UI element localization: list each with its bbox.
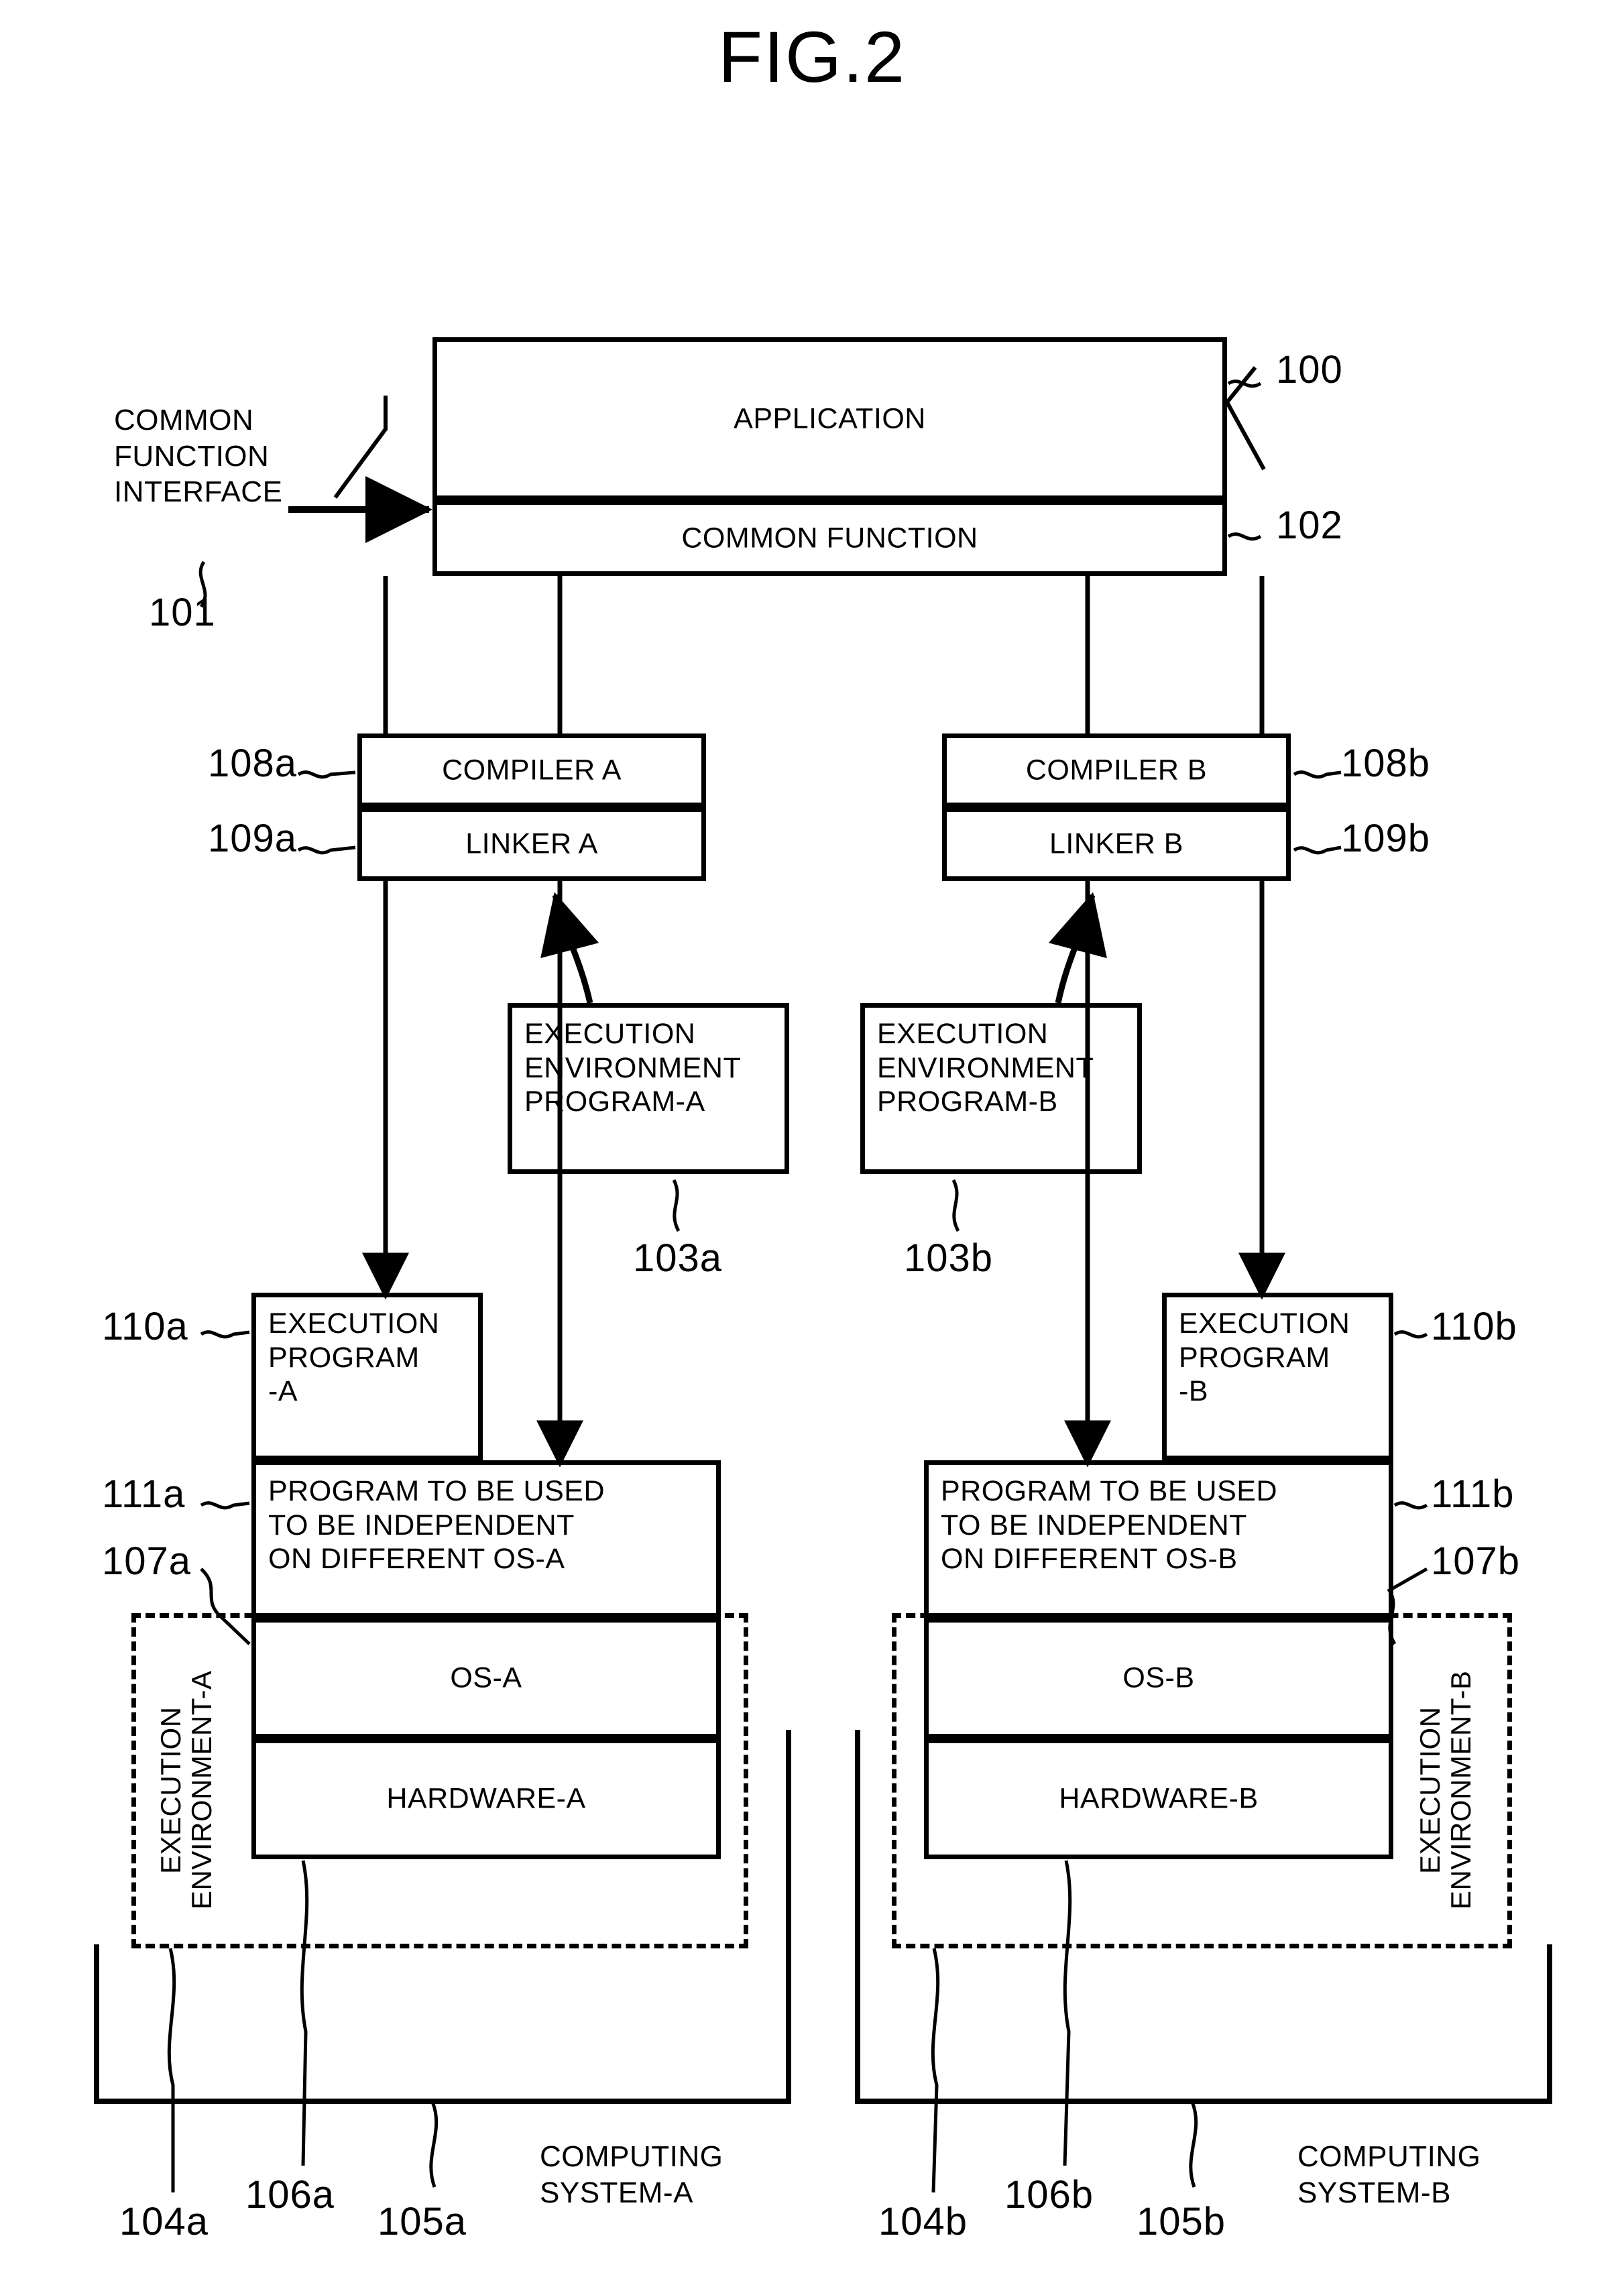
leader-111b	[1393, 1501, 1428, 1510]
leader-108b	[1293, 770, 1342, 779]
computing-system-a-label: COMPUTING SYSTEM-A	[540, 2140, 723, 2209]
ref-109a: 109a	[208, 817, 298, 860]
exec-env-program-b-box: EXECUTION ENVIRONMENT PROGRAM-B	[860, 1003, 1142, 1174]
ref-108a: 108a	[208, 742, 298, 785]
ref-103a: 103a	[633, 1236, 723, 1280]
compiler-b-label: COMPILER B	[1025, 754, 1208, 786]
arrow-exec-env-program-b-to-linker-b	[1048, 892, 1107, 1004]
arrow-exec-env-program-a-to-linker-a	[540, 892, 599, 1004]
leader-109a	[297, 845, 356, 855]
ref-102: 102	[1276, 504, 1343, 547]
independent-program-b-label: PROGRAM TO BE USED TO BE INDEPENDENT ON …	[941, 1475, 1278, 1576]
os-b-label: OS-B	[1122, 1661, 1195, 1694]
execution-environment-b-label: EXECUTION ENVIRONMENT-B	[1414, 1670, 1477, 1910]
computing-system-a-bracket-bottom	[94, 2099, 791, 2104]
compiler-a-box: COMPILER A	[357, 733, 706, 807]
linker-b-box: LINKER B	[942, 807, 1291, 881]
leader-110b	[1393, 1330, 1428, 1339]
independent-program-a-box: PROGRAM TO BE USED TO BE INDEPENDENT ON …	[251, 1460, 721, 1618]
ref-110b: 110b	[1431, 1305, 1517, 1348]
leader-104b	[931, 1948, 940, 2193]
ref-105a: 105a	[378, 2200, 467, 2243]
independent-program-b-box: PROGRAM TO BE USED TO BE INDEPENDENT ON …	[924, 1460, 1393, 1618]
linker-a-box: LINKER A	[357, 807, 706, 881]
leader-109b	[1293, 845, 1342, 855]
ref-109b: 109b	[1341, 817, 1431, 860]
leader-100	[1227, 379, 1262, 388]
leader-105a	[429, 2101, 439, 2188]
ref-111a: 111a	[102, 1472, 186, 1516]
ref-106a: 106a	[245, 2173, 335, 2217]
ref-105b: 105b	[1137, 2200, 1226, 2243]
computing-system-a-bracket-right	[786, 1730, 791, 2104]
exec-env-program-a-label: EXECUTION ENVIRONMENT PROGRAM-A	[524, 1018, 742, 1118]
computing-system-a-bracket-left	[94, 1944, 99, 2104]
ref-100: 100	[1276, 348, 1343, 392]
ref-108b: 108b	[1341, 742, 1431, 785]
os-a-label: OS-A	[450, 1661, 522, 1694]
execution-program-a-box: EXECUTION PROGRAM -A	[251, 1293, 483, 1460]
common-function-box: COMMON FUNCTION	[432, 500, 1227, 576]
execution-program-a-label: EXECUTION PROGRAM -A	[268, 1307, 440, 1408]
hardware-b-label: HARDWARE-B	[1059, 1782, 1259, 1815]
ref-103b: 103b	[904, 1236, 994, 1280]
computing-system-b-label: COMPUTING SYSTEM-B	[1297, 2140, 1481, 2209]
leader-111a	[200, 1501, 250, 1510]
execution-environment-a-label: EXECUTION ENVIRONMENT-A	[155, 1670, 218, 1910]
exec-env-program-b-label: EXECUTION ENVIRONMENT PROGRAM-B	[877, 1018, 1094, 1118]
ref-110a: 110a	[102, 1305, 188, 1348]
compiler-a-label: COMPILER A	[442, 754, 622, 786]
hardware-a-label: HARDWARE-A	[386, 1782, 586, 1815]
computing-system-b-bracket-bottom	[855, 2099, 1552, 2104]
leader-103b	[951, 1179, 960, 1232]
os-a-box: OS-A	[251, 1618, 721, 1739]
figure-title: FIG.2	[717, 16, 907, 97]
ref-101: 101	[149, 591, 216, 634]
independent-program-a-label: PROGRAM TO BE USED TO BE INDEPENDENT ON …	[268, 1475, 605, 1576]
application-box: APPLICATION	[432, 337, 1227, 500]
hardware-b-box: HARDWARE-B	[924, 1739, 1393, 1859]
execution-program-b-label: EXECUTION PROGRAM -B	[1179, 1307, 1350, 1408]
ref-104b: 104b	[878, 2200, 968, 2243]
ref-107b: 107b	[1431, 1539, 1521, 1583]
leader-103a	[672, 1179, 681, 1232]
compiler-b-box: COMPILER B	[942, 733, 1291, 807]
ref-104a: 104a	[119, 2200, 209, 2243]
leader-102	[1227, 532, 1262, 541]
os-b-box: OS-B	[924, 1618, 1393, 1739]
common-function-label: COMMON FUNCTION	[681, 522, 978, 554]
ref-106b: 106b	[1004, 2173, 1094, 2217]
linker-b-label: LINKER B	[1049, 827, 1183, 860]
figure-canvas: FIG.2 APPLICATION COMMON FUNCTION 100 10…	[0, 0, 1624, 2291]
common-function-interface-label: COMMON FUNCTION INTERFACE	[114, 404, 283, 509]
ref-111b: 111b	[1431, 1472, 1515, 1516]
computing-system-b-bracket-left	[855, 1730, 860, 2104]
callout-100-line	[1225, 366, 1257, 404]
application-label: APPLICATION	[734, 402, 926, 435]
exec-env-program-a-box: EXECUTION ENVIRONMENT PROGRAM-A	[508, 1003, 789, 1174]
execution-program-b-box: EXECUTION PROGRAM -B	[1162, 1293, 1393, 1460]
leader-110a	[200, 1330, 250, 1339]
ref-107a: 107a	[102, 1539, 192, 1583]
leader-105b	[1189, 2101, 1198, 2188]
hardware-a-box: HARDWARE-A	[251, 1739, 721, 1859]
leader-104a	[167, 1948, 176, 2192]
linker-a-label: LINKER A	[465, 827, 598, 860]
computing-system-b-bracket-right	[1547, 1944, 1552, 2104]
leader-108a	[297, 770, 356, 779]
callout-102-line	[1225, 401, 1266, 471]
